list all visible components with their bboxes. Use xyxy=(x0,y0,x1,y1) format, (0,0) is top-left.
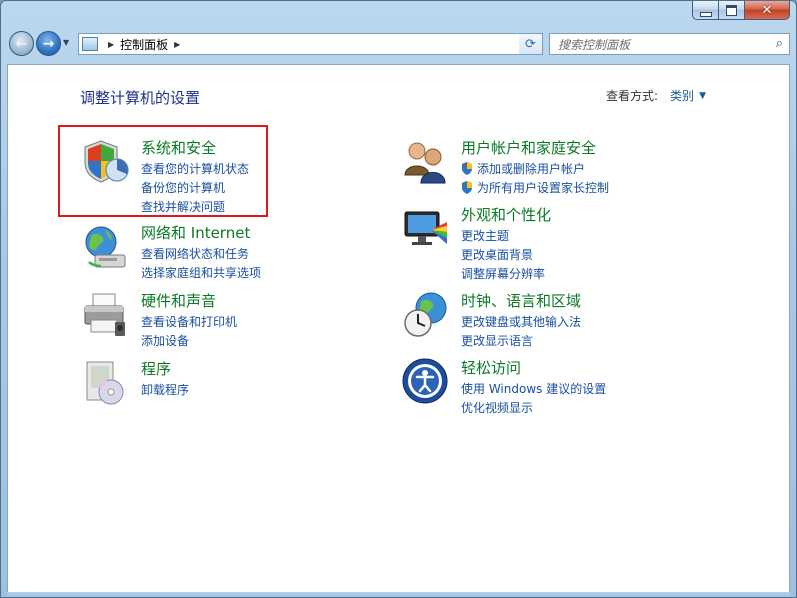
category-programs: 程序 卸载程序 xyxy=(81,358,381,418)
appearance-monitor-icon[interactable] xyxy=(401,204,451,254)
link-change-input-method[interactable]: 更改键盘或其他输入法 xyxy=(461,312,581,331)
caption-buttons: ✕ xyxy=(692,1,790,20)
view-by-label: 查看方式: xyxy=(606,89,659,103)
category-clock-language-region: 时钟、语言和区域 更改键盘或其他输入法 更改显示语言 xyxy=(401,290,741,350)
link-add-device[interactable]: 添加设备 xyxy=(141,331,237,350)
window-bottom-border xyxy=(7,592,790,597)
minimize-button[interactable] xyxy=(692,1,719,20)
link-label: 为所有用户设置家长控制 xyxy=(477,181,610,195)
category-title-programs[interactable]: 程序 xyxy=(141,358,171,379)
link-label: 添加或删除用户帐户 xyxy=(477,162,586,176)
search-placeholder: 搜索控制面板 xyxy=(558,37,631,52)
category-network-internet: 网络和 Internet 查看网络状态和任务 选择家庭组和共享选项 xyxy=(81,222,381,282)
refresh-button[interactable]: ⟳ xyxy=(519,33,543,55)
view-by-value: 类别 xyxy=(670,89,695,103)
category-appearance: 外观和个性化 更改主题 更改桌面背景 调整屏幕分辨率 xyxy=(401,204,741,281)
category-title-ease-of-access[interactable]: 轻松访问 xyxy=(461,357,521,378)
uac-shield-icon xyxy=(462,162,472,175)
minimize-icon xyxy=(699,11,712,17)
network-globe-icon[interactable] xyxy=(81,222,131,272)
programs-icon[interactable] xyxy=(81,358,131,408)
forward-arrow-icon: → xyxy=(42,35,55,52)
navigation-bar: ← → ▼ ▶ 控制面板 ▶ ▼ ⟳ 搜索控制面板 ⌕ xyxy=(7,28,790,60)
control-panel-window: ✕ ← → ▼ ▶ 控制面板 ▶ ▼ ⟳ 搜索控制面板 ⌕ 调整计算机的设置 查… xyxy=(0,0,797,598)
back-arrow-icon: ← xyxy=(15,35,28,52)
link-uninstall-program[interactable]: 卸载程序 xyxy=(141,380,189,399)
view-by: 查看方式: 类别 ▼ xyxy=(606,87,706,104)
ease-of-access-icon[interactable] xyxy=(401,357,451,407)
link-change-theme[interactable]: 更改主题 xyxy=(461,226,545,245)
category-title-user-accounts[interactable]: 用户帐户和家庭安全 xyxy=(461,137,596,158)
link-network-status-tasks[interactable]: 查看网络状态和任务 xyxy=(141,244,261,263)
close-icon: ✕ xyxy=(761,2,773,18)
printer-icon[interactable] xyxy=(81,290,131,340)
users-icon[interactable] xyxy=(401,137,451,187)
link-parental-controls[interactable]: 为所有用户设置家长控制 xyxy=(461,178,609,197)
search-input[interactable]: 搜索控制面板 ⌕ xyxy=(549,33,790,55)
link-optimize-video-display[interactable]: 优化视频显示 xyxy=(461,398,606,417)
breadcrumb-control-panel[interactable]: 控制面板 xyxy=(120,36,168,53)
category-ease-of-access: 轻松访问 使用 Windows 建议的设置 优化视频显示 xyxy=(401,357,741,417)
forward-button[interactable]: → xyxy=(36,31,61,56)
link-change-desktop-background[interactable]: 更改桌面背景 xyxy=(461,245,545,264)
link-add-remove-accounts[interactable]: 添加或删除用户帐户 xyxy=(461,159,609,178)
category-title-appearance[interactable]: 外观和个性化 xyxy=(461,204,551,225)
chevron-down-icon: ▼ xyxy=(699,90,706,101)
view-by-dropdown[interactable]: 类别 ▼ xyxy=(670,87,706,104)
highlight-box xyxy=(58,125,268,217)
page-title: 调整计算机的设置 xyxy=(80,89,201,107)
link-homegroup-sharing[interactable]: 选择家庭组和共享选项 xyxy=(141,263,261,282)
link-adjust-resolution[interactable]: 调整屏幕分辨率 xyxy=(461,264,545,283)
breadcrumb-chevron-icon[interactable]: ▶ xyxy=(108,40,114,49)
close-button[interactable]: ✕ xyxy=(745,1,790,20)
recent-pages-dropdown[interactable]: ▼ xyxy=(63,38,69,47)
back-button[interactable]: ← xyxy=(9,31,34,56)
link-windows-recommended-settings[interactable]: 使用 Windows 建议的设置 xyxy=(461,379,606,398)
uac-shield-icon xyxy=(462,181,472,194)
category-user-accounts: 用户帐户和家庭安全 添加或删除用户帐户 为所有用户设置家长控制 xyxy=(401,137,741,197)
category-title-hardware-sound[interactable]: 硬件和声音 xyxy=(141,290,216,311)
clock-globe-icon[interactable] xyxy=(401,290,451,340)
breadcrumb-chevron-icon[interactable]: ▶ xyxy=(174,40,180,49)
category-title-clock-language-region[interactable]: 时钟、语言和区域 xyxy=(461,290,581,311)
address-bar[interactable]: ▶ 控制面板 ▶ ▼ xyxy=(78,33,542,55)
link-change-display-language[interactable]: 更改显示语言 xyxy=(461,331,581,350)
maximize-icon xyxy=(726,4,737,16)
link-devices-printers[interactable]: 查看设备和打印机 xyxy=(141,312,237,331)
category-title-network-internet[interactable]: 网络和 Internet xyxy=(141,222,250,243)
content-pane: 调整计算机的设置 查看方式: 类别 ▼ 系统和安全 查看您的计算机状态 备份您的… xyxy=(7,64,790,594)
search-icon[interactable]: ⌕ xyxy=(776,36,783,51)
control-panel-icon xyxy=(82,37,98,51)
category-hardware-sound: 硬件和声音 查看设备和打印机 添加设备 xyxy=(81,290,381,350)
maximize-button[interactable] xyxy=(719,1,745,20)
refresh-icon: ⟳ xyxy=(525,36,536,52)
